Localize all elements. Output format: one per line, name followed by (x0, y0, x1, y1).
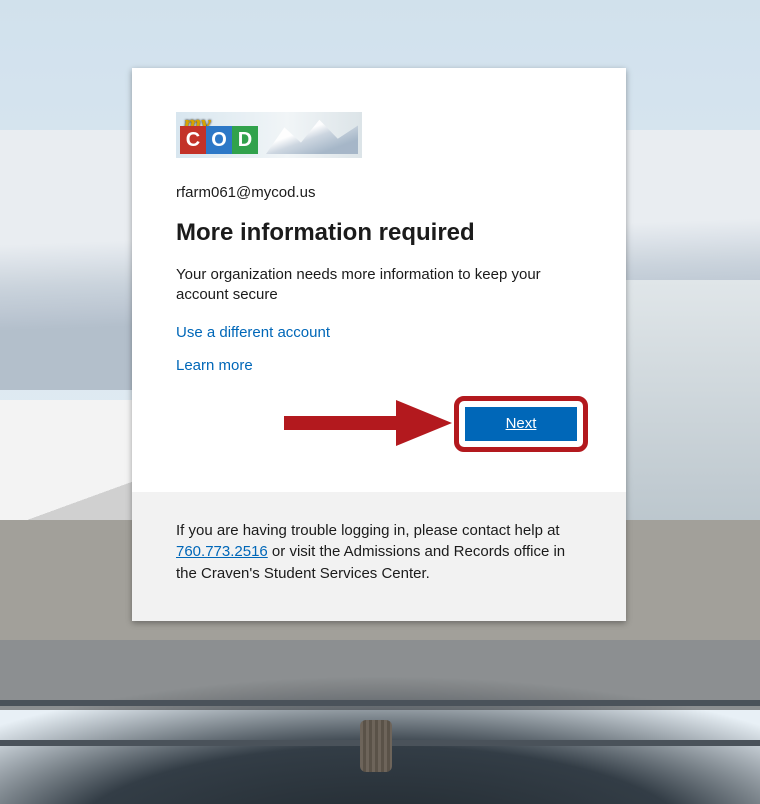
bg-step-line (0, 700, 760, 706)
next-button[interactable]: Next (465, 407, 577, 441)
use-different-account-link[interactable]: Use a different account (176, 324, 330, 341)
help-footer: If you are having trouble logging in, pl… (132, 492, 626, 621)
annotation-arrow-icon (284, 400, 452, 446)
org-logo: my C O D (176, 112, 362, 158)
logo-tile-o: O (206, 126, 232, 154)
annotation-highlight-box: Next (454, 396, 588, 452)
learn-more-link[interactable]: Learn more (176, 357, 253, 374)
page-description: Your organization needs more information… (176, 265, 546, 306)
footer-text-before: If you are having trouble logging in, pl… (176, 522, 560, 539)
page-title: More information required (176, 219, 582, 247)
card-body: my C O D rfarm061@mycod.us More informat… (132, 68, 626, 492)
signin-card: my C O D rfarm061@mycod.us More informat… (132, 68, 626, 621)
bg-trash-can (360, 720, 392, 772)
logo-mountains-icon (266, 116, 358, 154)
logo-tiles: C O D (180, 126, 258, 154)
logo-tile-c: C (180, 126, 206, 154)
help-phone-link[interactable]: 760.773.2516 (176, 543, 268, 560)
action-row: Next (176, 396, 582, 452)
account-identity: rfarm061@mycod.us (176, 184, 582, 201)
logo-tile-d: D (232, 126, 258, 154)
